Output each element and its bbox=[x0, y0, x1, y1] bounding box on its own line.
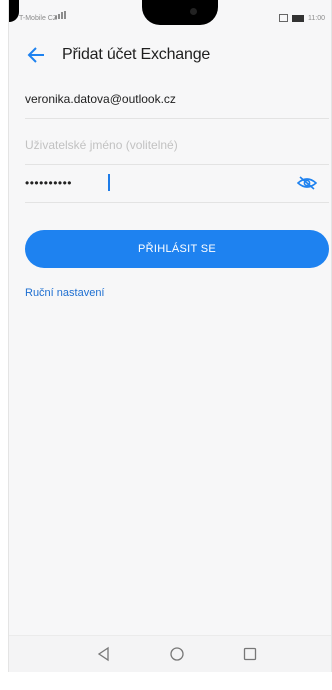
square-recent-icon[interactable] bbox=[241, 645, 259, 663]
email-value: veronika.datova@outlook.cz bbox=[25, 92, 176, 106]
app-bar: Přidat účet Exchange bbox=[9, 36, 331, 74]
password-value: •••••••••• bbox=[25, 176, 73, 190]
page-title: Přidat účet Exchange bbox=[62, 46, 211, 63]
front-camera bbox=[190, 8, 197, 15]
phone-screen: T-Mobile CZ 11:00 Přidat účet Exchange v… bbox=[8, 0, 332, 672]
back-arrow-icon[interactable] bbox=[26, 46, 46, 64]
manual-setup-link[interactable]: Ruční nastavení bbox=[25, 287, 105, 299]
status-icons: 11:00 bbox=[279, 14, 325, 22]
signal-icon bbox=[55, 11, 69, 21]
username-field[interactable]: Uživatelské jméno (volitelné) bbox=[25, 130, 329, 165]
nfc-icon bbox=[279, 14, 288, 22]
text-cursor bbox=[108, 174, 110, 191]
username-placeholder: Uživatelské jméno (volitelné) bbox=[25, 138, 178, 152]
navigation-bar bbox=[9, 635, 331, 672]
eye-off-icon[interactable] bbox=[296, 175, 318, 191]
circle-home-icon[interactable] bbox=[168, 645, 186, 663]
password-field[interactable]: •••••••••• bbox=[25, 168, 329, 203]
battery-icon bbox=[292, 14, 304, 22]
email-field[interactable]: veronika.datova@outlook.cz bbox=[25, 84, 329, 119]
login-button[interactable]: PŘIHLÁSIT SE bbox=[25, 230, 329, 268]
clock: 11:00 bbox=[308, 14, 325, 22]
carrier-label: T-Mobile CZ bbox=[19, 15, 58, 22]
camera-notch bbox=[142, 0, 218, 25]
triangle-back-icon[interactable] bbox=[95, 645, 113, 663]
status-bar: T-Mobile CZ 11:00 bbox=[9, 0, 331, 34]
screen-corner bbox=[9, 0, 19, 22]
